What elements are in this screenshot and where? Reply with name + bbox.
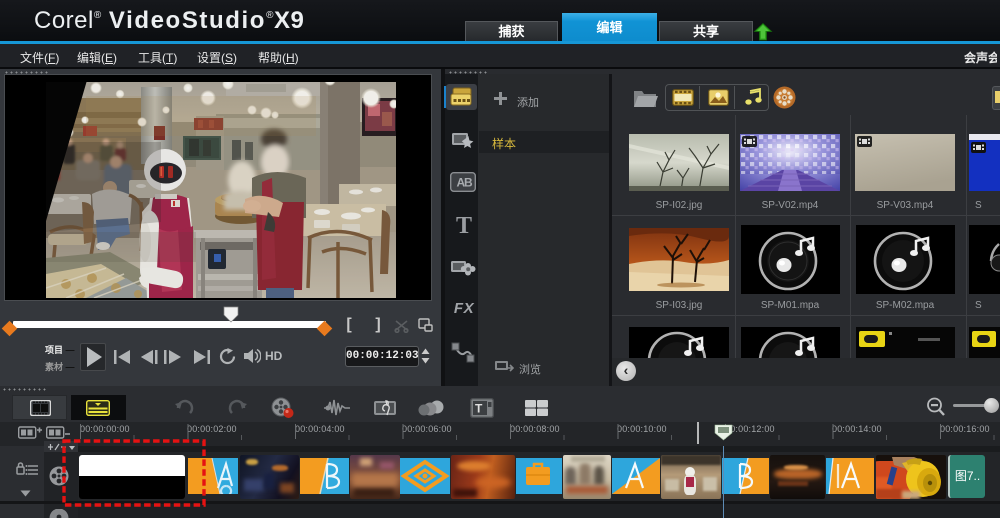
svg-text:B: B [464,176,473,190]
svg-text:T: T [475,402,483,416]
